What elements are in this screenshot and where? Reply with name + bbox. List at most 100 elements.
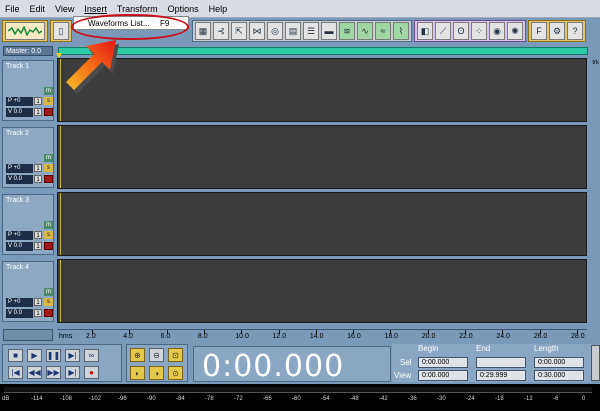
track-waveform-area[interactable] (57, 192, 587, 256)
ruler-tick-label: 20.0 (421, 333, 436, 340)
loop-button[interactable]: ∞ (84, 349, 99, 362)
track-name[interactable]: Track 3 (6, 197, 29, 204)
tool-button-10[interactable]: ∿ (357, 22, 373, 40)
input-button[interactable]: 1 (34, 175, 42, 183)
tool-button-13[interactable]: ◧ (417, 22, 433, 40)
zoom-out-button[interactable]: ⊖ (149, 348, 164, 362)
tool-button-16[interactable]: ⁘ (471, 22, 487, 40)
view-length-field[interactable]: 0:30.000 (534, 370, 584, 381)
help-button[interactable]: ? (567, 22, 583, 40)
zoom-full-button[interactable]: ⊡ (168, 348, 183, 362)
go-to-start-button[interactable]: |◀ (8, 366, 23, 379)
go-to-end-button[interactable]: ▶| (65, 366, 80, 379)
pan-field[interactable]: P +0 (6, 298, 33, 307)
record-arm-button[interactable] (44, 108, 53, 116)
panel-scrollbar[interactable] (591, 345, 600, 381)
mute-button[interactable]: m (44, 221, 53, 229)
settings-button[interactable]: ⚙ (549, 22, 565, 40)
master-range-strip[interactable] (58, 47, 588, 55)
pan-field[interactable]: P +0 (6, 97, 33, 106)
toolbar-group-analysis: ◧ ⟋ ʘ ⁘ ◉ ✺ (414, 20, 526, 42)
volume-field[interactable]: V 0.0 (6, 175, 33, 184)
play-to-end-button[interactable]: ▶| (65, 349, 80, 362)
menu-edit[interactable]: Edit (25, 0, 51, 18)
track-row: Track 4 m P +0 1 s V 0.0 1 4 (0, 259, 600, 323)
tool-button-17[interactable]: ◉ (489, 22, 505, 40)
view-begin-field[interactable]: 0:00.000 (418, 370, 468, 381)
ruler-tick-label: 28.0 (571, 333, 585, 340)
meter-tick-label: -60 (292, 396, 301, 402)
rewind-button[interactable]: ◀◀ (27, 366, 42, 379)
input-button[interactable]: 1 (34, 242, 42, 250)
solo-button[interactable]: s (44, 231, 53, 239)
pan-field[interactable]: P +0 (6, 164, 33, 173)
favorites-button[interactable]: F (531, 22, 547, 40)
stop-button[interactable]: ■ (8, 349, 23, 362)
zoom-left-button[interactable]: ◐ (130, 366, 145, 380)
volume-field[interactable]: V 0.0 (6, 242, 33, 251)
mute-button[interactable]: m (44, 154, 53, 162)
sel-length-field[interactable]: 0:00.000 (534, 357, 584, 368)
master-volume-label[interactable]: Master: 0.0 (3, 46, 53, 56)
menu-file[interactable]: File (0, 0, 25, 18)
tool-button-1[interactable]: ▦ (195, 22, 211, 40)
volume-field[interactable]: V 0.0 (6, 108, 33, 117)
time-ruler-bar[interactable]: hms 2.0 4.0 6.0 8.0 10.0 12.0 14.0 16.0 18.0 20.0… (57, 329, 587, 341)
play-button[interactable]: ▶ (27, 349, 42, 362)
menu-help[interactable]: Help (204, 0, 233, 18)
volume-field[interactable]: V 0.0 (6, 309, 33, 318)
output-button[interactable]: 1 (34, 164, 42, 172)
track-name[interactable]: Track 4 (6, 264, 29, 271)
input-button[interactable]: 1 (34, 108, 42, 116)
zoom-in-button[interactable]: ⊕ (130, 348, 145, 362)
menu-view[interactable]: View (50, 0, 79, 18)
track-waveform-area[interactable] (57, 259, 587, 323)
tool-button-9[interactable]: ≋ (339, 22, 355, 40)
track-name[interactable]: Track 2 (6, 130, 29, 137)
fast-forward-button[interactable]: ▶▶ (46, 366, 61, 379)
menu-options[interactable]: Options (163, 0, 204, 18)
favorites-icon: F (536, 26, 542, 36)
track-waveform-area[interactable] (57, 58, 587, 122)
solo-button[interactable]: s (44, 97, 53, 105)
tool-button-2[interactable]: ⊰ (213, 22, 229, 40)
pan-field[interactable]: P +0 (6, 231, 33, 240)
tool-button-4[interactable]: ⋈ (249, 22, 265, 40)
tool-button-15[interactable]: ʘ (453, 22, 469, 40)
mute-button[interactable]: m (44, 87, 53, 95)
solo-button[interactable]: s (44, 298, 53, 306)
tool-button-11[interactable]: ≈ (375, 22, 391, 40)
tool-button-6[interactable]: ▤ (285, 22, 301, 40)
zoom-right-button[interactable]: ◑ (149, 366, 164, 380)
selection-view-panel: Begin End Length Sel 0:00.000 0:00.000 V… (392, 344, 592, 382)
sel-begin-field[interactable]: 0:00.000 (418, 357, 468, 368)
solo-button[interactable]: s (44, 164, 53, 172)
view-end-field[interactable]: 0:29.999 (476, 370, 526, 381)
record-button[interactable]: ● (84, 366, 99, 379)
output-button[interactable]: 1 (34, 298, 42, 306)
input-button[interactable]: 1 (34, 309, 42, 317)
record-arm-button[interactable] (44, 242, 53, 250)
sel-end-field[interactable] (476, 357, 526, 368)
length-header: Length (534, 344, 559, 353)
tool-button-8[interactable]: ▬ (321, 22, 337, 40)
output-button[interactable]: 1 (34, 231, 42, 239)
record-arm-button[interactable] (44, 175, 53, 183)
edit-view-toggle-button[interactable] (5, 22, 45, 40)
record-arm-button[interactable] (44, 309, 53, 317)
tool-button-18[interactable]: ✺ (507, 22, 523, 40)
tool-button-12[interactable]: ⌇ (393, 22, 409, 40)
output-button[interactable]: 1 (34, 97, 42, 105)
mute-button[interactable]: m (44, 288, 53, 296)
tool-button-14[interactable]: ⟋ (435, 22, 451, 40)
meter-tick-label: -78 (205, 396, 214, 402)
tool-button-7[interactable]: ☰ (303, 22, 319, 40)
track-name[interactable]: Track 1 (6, 63, 29, 70)
track-waveform-area[interactable] (57, 125, 587, 189)
sel-label: Sel (400, 358, 412, 367)
track-scroll-ruler[interactable]: trk (588, 58, 600, 328)
zoom-selection-button[interactable]: ⊙ (168, 366, 183, 380)
pause-button[interactable]: ❚❚ (46, 349, 61, 362)
tool-button-3[interactable]: ⇱ (231, 22, 247, 40)
tool-button-5[interactable]: ◎ (267, 22, 283, 40)
